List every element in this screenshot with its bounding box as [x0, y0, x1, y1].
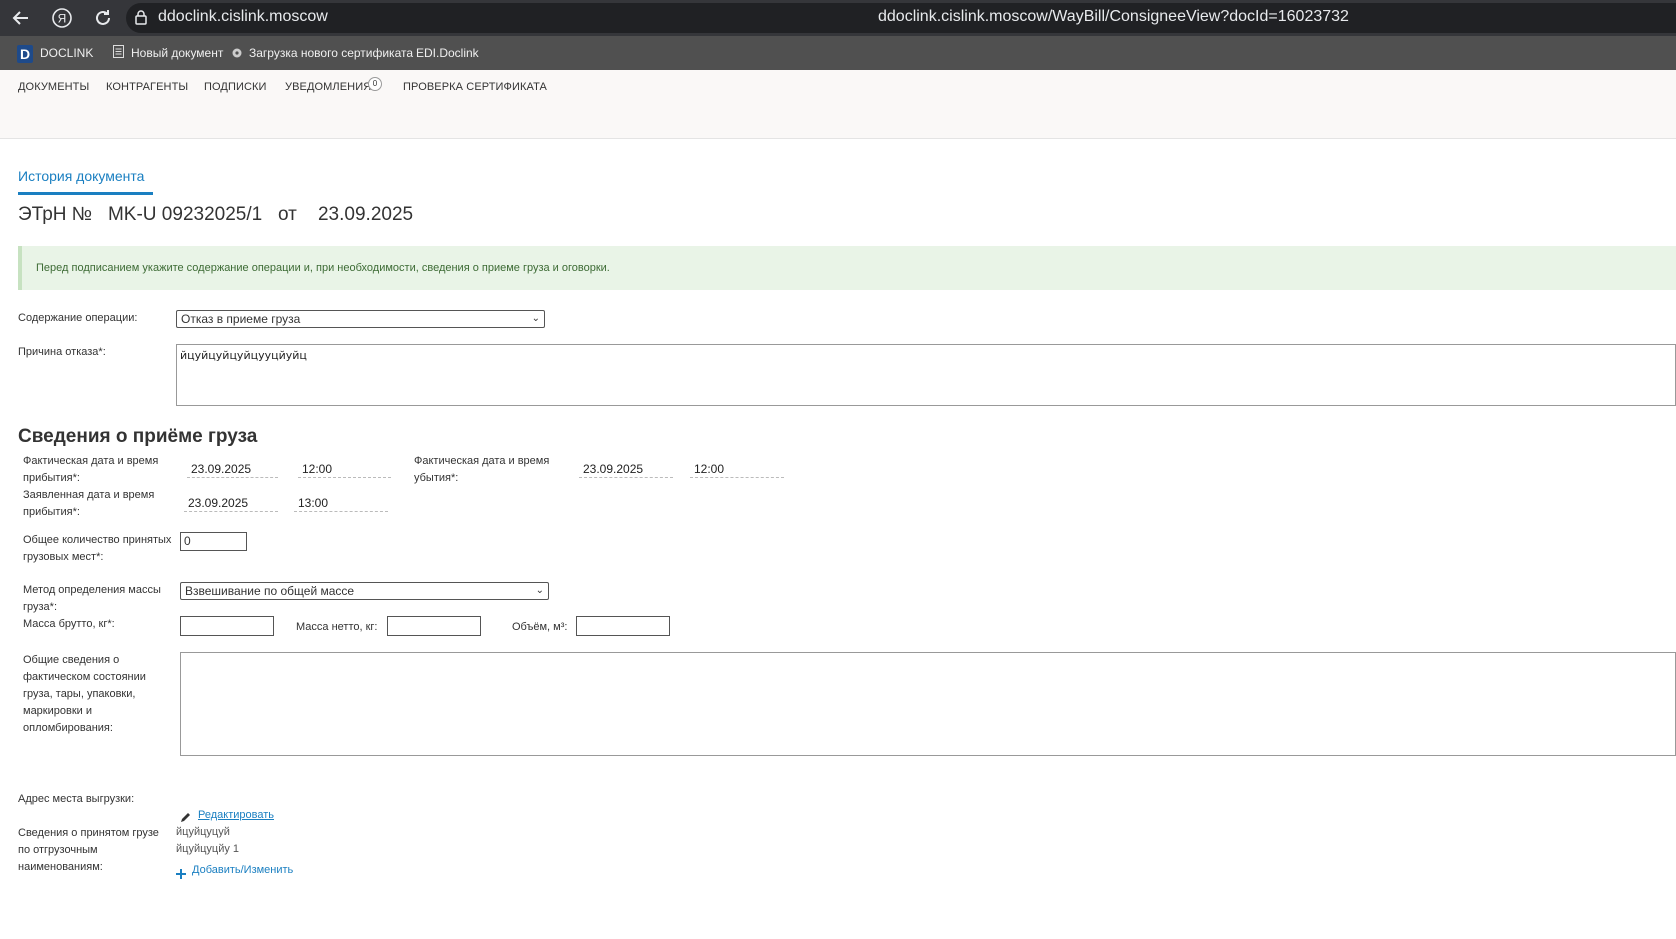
chevron-down-icon: ⌄: [535, 585, 544, 596]
arrival-declared-date-field[interactable]: 23.09.2025: [184, 495, 278, 512]
notification-count-badge: 0: [368, 77, 382, 91]
gross-mass-input[interactable]: [180, 616, 274, 636]
add-change-link[interactable]: Добавить/Изменить: [192, 864, 293, 876]
back-arrow-icon[interactable]: [9, 6, 33, 30]
plus-icon[interactable]: [176, 866, 186, 879]
reason-textarea[interactable]: йцуйцуйцуйцууцйуйц: [176, 344, 1676, 406]
yandex-glyph: Я: [58, 12, 67, 26]
bookmark-doclink[interactable]: DOCLINK: [40, 46, 93, 60]
bookmark-new-document[interactable]: Новый документ: [131, 46, 223, 60]
mass-method-select[interactable]: Взвешивание по общей массе ⌄: [180, 582, 549, 600]
yandex-icon[interactable]: Я: [50, 6, 74, 30]
departure-actual-time-field[interactable]: 12:00: [690, 461, 784, 478]
received-item: йцуйцуцуй: [176, 826, 230, 838]
url-host: ddoclink.cislink.moscow: [158, 8, 328, 25]
arrival-declared-time-field[interactable]: 13:00: [294, 495, 388, 512]
cargo-section-title: Сведения о приёме груза: [18, 426, 258, 447]
arrival-actual-label: Фактическая дата и время прибытия*:: [23, 455, 159, 484]
nav-subscriptions[interactable]: ПОДПИСКИ: [204, 81, 267, 93]
reload-icon[interactable]: [91, 6, 115, 30]
departure-actual-label: Фактическая дата и время убытия*:: [414, 455, 550, 484]
nav-documents[interactable]: ДОКУМЕНТЫ: [18, 81, 89, 93]
arrival-actual-time-field[interactable]: 12:00: [298, 461, 391, 478]
alert-text: Перед подписанием укажите содержание опе…: [36, 262, 610, 274]
volume-label: Объём, м³:: [512, 621, 568, 633]
bookmark-upload-certificate[interactable]: Загрузка нового сертификата: [249, 46, 413, 60]
unload-address-label: Адрес места выгрузки:: [18, 793, 135, 805]
bookmark-edi-doclink[interactable]: EDI.Doclink: [416, 46, 479, 60]
condition-textarea[interactable]: [180, 652, 1676, 756]
nav-notifications[interactable]: УВЕДОМЛЕНИЯ: [285, 81, 371, 93]
arrival-declared-label: Заявленная дата и время прибытия*:: [23, 489, 155, 518]
page-title: ЭТрН № MK-U 09232025/1 от 23.09.2025: [18, 204, 414, 225]
places-label: Общее количество принятых грузовых мест*…: [23, 534, 172, 563]
main-nav: ДОКУМЕНТЫ КОНТРАГЕНТЫ ПОДПИСКИ УВЕДОМЛЕН…: [0, 70, 1676, 139]
gross-mass-label: Масса брутто, кг*:: [23, 618, 115, 630]
lock-icon: [134, 9, 148, 25]
edit-address-link[interactable]: Редактировать: [198, 809, 274, 821]
chevron-down-icon: ⌄: [531, 313, 540, 324]
nav-counterparties[interactable]: КОНТРАГЕНТЫ: [106, 81, 188, 93]
reason-label: Причина отказа*:: [18, 346, 106, 358]
document-history-tab[interactable]: История документа: [18, 168, 144, 184]
operation-select[interactable]: Отказ в приеме груза ⌄: [176, 310, 545, 328]
volume-input[interactable]: [576, 616, 670, 636]
places-input[interactable]: 0: [180, 532, 247, 551]
doclink-logo-icon: D: [17, 45, 33, 63]
operation-label: Содержание операции:: [18, 312, 138, 324]
nav-certificate-check[interactable]: ПРОВЕРКА СЕРТИФИКАТА: [403, 81, 547, 93]
gear-icon: [231, 46, 243, 58]
document-icon: [113, 45, 124, 58]
pencil-icon[interactable]: [180, 810, 191, 822]
condition-label: Общие сведения о фактическом состоянии г…: [23, 654, 146, 734]
operation-select-value: Отказ в приеме груза: [181, 312, 301, 326]
arrival-actual-date-field[interactable]: 23.09.2025: [187, 461, 278, 478]
departure-actual-date-field[interactable]: 23.09.2025: [579, 461, 673, 478]
info-alert: Перед подписанием укажите содержание опе…: [18, 246, 1676, 290]
mass-method-label: Метод определения массы груза*:: [23, 584, 161, 613]
mass-method-select-value: Взвешивание по общей массе: [185, 584, 355, 598]
net-mass-input[interactable]: [387, 616, 481, 636]
received-item: йцуйцуцйу 1: [176, 843, 240, 855]
url-full: ddoclink.cislink.moscow/WayBill/Consigne…: [878, 8, 1349, 25]
net-mass-label: Масса нетто, кг:: [296, 621, 378, 633]
received-cargo-label: Сведения о принятом грузе по отгрузочным…: [18, 827, 159, 873]
active-tab-underline: [18, 192, 153, 195]
